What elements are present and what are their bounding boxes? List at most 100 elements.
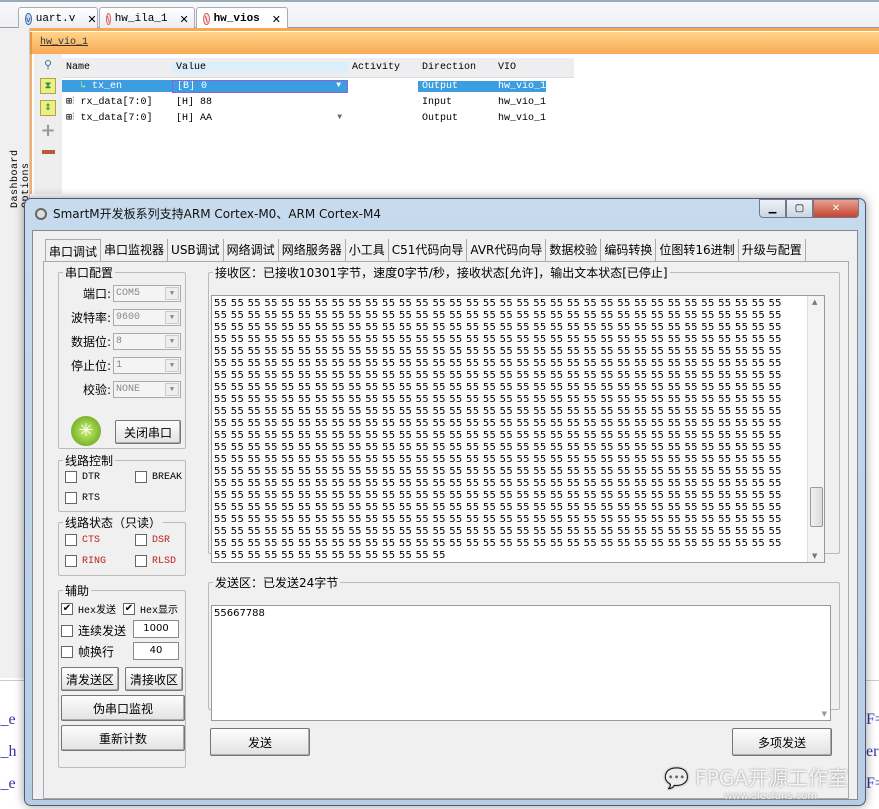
tab-1[interactable]: 串口监视器 [101, 239, 169, 262]
window-titlebar[interactable]: SmartM开发板系列支持ARM Cortex-M0、ARM Cortex-M4 [35, 205, 381, 222]
break-checkbox[interactable]: BREAK [135, 471, 182, 483]
recount-button[interactable]: 重新计数 [61, 725, 185, 751]
dtr-checkbox[interactable]: DTR [65, 471, 100, 483]
clear-send-button[interactable]: 清发送区 [61, 667, 119, 691]
config-label: 停止位: [70, 359, 111, 373]
tab-7[interactable]: AVR代码向导 [467, 239, 547, 262]
send-button[interactable]: 发送 [210, 728, 310, 756]
send-group: 发送区：已发送24字节 55667788 ▼ [208, 574, 840, 721]
probe-direction: Output [422, 112, 459, 124]
code-fragment: t_e [0, 775, 16, 792]
code-fragment: er [866, 743, 879, 760]
close-button[interactable]: ✕ [813, 199, 859, 218]
config-select[interactable]: 8 ▼ [113, 333, 181, 350]
table-row[interactable]: ⊞⫶ tx_data[7:0] [H] AA ▼ Output hw_vio_1 [62, 110, 574, 126]
config-select[interactable]: 9600 ▼ [113, 309, 181, 326]
tab-label: hw_ila_1 [114, 13, 168, 25]
chevron-down-icon[interactable]: ▼ [165, 383, 179, 396]
receive-textarea[interactable]: 55 55 55 55 55 55 55 55 55 55 55 55 55 5… [211, 295, 825, 563]
close-icon[interactable]: ✕ [87, 13, 96, 26]
scroll-down-icon[interactable]: ▼ [822, 710, 827, 718]
close-port-button[interactable]: 关闭串口 [115, 420, 181, 444]
column-header-name[interactable]: Name [62, 62, 172, 73]
receive-group: 接收区：已接收10301字节，速度0字节/秒，接收状态[允许]，输出文本状态[已… [208, 264, 840, 563]
app-gear-icon [35, 207, 47, 220]
send-interval-input[interactable]: 1000 [133, 620, 179, 638]
tab-hw-vios[interactable]: \ hw_vios ✕ [196, 7, 288, 30]
probe-value-dropdown[interactable]: [B] 0 ▼ [172, 79, 348, 93]
config-label: 数据位: [70, 335, 111, 349]
tab-8[interactable]: 数据校验 [546, 239, 602, 262]
probe-value-dropdown[interactable]: [H] AA ▼ [172, 113, 348, 124]
tab-5[interactable]: 小工具 [346, 239, 389, 262]
chevron-down-icon[interactable]: ▼ [165, 335, 179, 348]
tab-uart-v[interactable]: v uart.v ✕ [18, 7, 98, 30]
column-header-activity[interactable]: Activity [348, 62, 418, 73]
editor-tab-bar: v uart.v ✕ \ hw_ila_1 ✕ \ hw_vios ✕ [0, 0, 879, 30]
rts-checkbox[interactable]: RTS [65, 492, 100, 504]
probe-name: ↳ tx_en [62, 80, 172, 92]
chevron-down-icon[interactable]: ▼ [165, 359, 179, 372]
config-label: 端口: [82, 287, 111, 301]
maximize-button[interactable]: ▢ [786, 199, 813, 218]
tab-4[interactable]: 网络服务器 [279, 239, 346, 262]
config-select[interactable]: COM5 ▼ [113, 285, 181, 302]
tab-10[interactable]: 位图转16进制 [656, 239, 739, 262]
serial-config-group: 串口配置 端口: COM5 ▼ 波特率: 9600 ▼ 数据位: 8 ▼ 停止位: 1 ▼ 校验: NON… [58, 264, 186, 449]
tab-3[interactable]: 网络调试 [224, 239, 279, 262]
column-header-direction[interactable]: Direction [418, 62, 494, 73]
code-fragment: F= [866, 711, 879, 728]
scrollbar-thumb[interactable] [810, 486, 823, 527]
vio-panel-title[interactable]: hw_vio_1 [40, 37, 88, 48]
frame-length-input[interactable]: 40 [133, 642, 179, 660]
pseudo-port-monitor-button[interactable]: 伪串口监视 [61, 695, 185, 721]
tab-hw-ila-1[interactable]: \ hw_ila_1 ✕ [99, 7, 195, 30]
tab-6[interactable]: C51代码向导 [389, 239, 468, 262]
chevron-down-icon[interactable]: ▼ [165, 311, 179, 324]
chevron-down-icon[interactable]: ▼ [337, 113, 342, 122]
vio-panel-header: hw_vio_1 [30, 32, 879, 54]
tab-0[interactable]: 串口调试 [45, 239, 102, 262]
probe-vio: hw_vio_1 [494, 80, 546, 92]
send-content: 55667788 [214, 608, 265, 619]
code-fragment: t_e [0, 711, 16, 728]
hex-send-checkbox[interactable]: ✔ Hex发送 [61, 601, 116, 617]
column-header-value[interactable]: Value [172, 62, 348, 73]
send-textarea[interactable]: 55667788 ▼ [211, 605, 831, 721]
probe-direction: Input [422, 96, 453, 108]
close-icon[interactable]: ✕ [272, 13, 281, 26]
table-row[interactable]: ↳ tx_en [B] 0 ▼ Output hw_vio_1 [62, 78, 574, 94]
continuous-send-checkbox[interactable]: 连续发送 [61, 622, 126, 639]
dashboard-options-label[interactable]: Dashboard Options [10, 108, 32, 208]
tab-label: hw_vios [213, 13, 260, 25]
tab-2[interactable]: USB调试 [168, 239, 224, 262]
tab-9[interactable]: 编码转换 [601, 239, 657, 262]
column-header-vio[interactable]: VIO [494, 62, 546, 73]
tab-11[interactable]: 升级与配置 [739, 239, 806, 262]
frame-newline-checkbox[interactable]: 帧换行 [61, 643, 114, 660]
multi-send-button[interactable]: 多项发送 [732, 728, 832, 756]
clear-receive-button[interactable]: 清接收区 [125, 667, 183, 691]
chevron-down-icon[interactable]: ▼ [165, 287, 179, 300]
hex-display-checkbox[interactable]: ✔ Hex显示 [123, 601, 178, 617]
receive-content: 55 55 55 55 55 55 55 55 55 55 55 55 55 5… [214, 298, 782, 561]
config-select[interactable]: 1 ▼ [113, 357, 181, 374]
table-header: Name Value Activity Direction VIO [62, 58, 574, 78]
table-row[interactable]: ⊞⫶ rx_data[7:0] [H] 88 Input hw_vio_1 [62, 94, 574, 110]
collapse-all-icon[interactable]: ⧗ [40, 78, 56, 94]
receive-scrollbar[interactable]: ▲ ▼ [807, 296, 824, 562]
watermark: 💬 FPGA开源工作室 www.elecfans.com [664, 766, 849, 802]
remove-icon[interactable] [40, 144, 56, 160]
chevron-down-icon[interactable]: ▼ [336, 81, 341, 90]
scroll-down-icon[interactable]: ▼ [812, 552, 817, 560]
line-status-legend: 线路状态（只读） [65, 516, 162, 530]
close-icon[interactable]: ✕ [180, 13, 189, 26]
search-icon[interactable]: ⚲ [40, 56, 56, 72]
expand-all-icon[interactable]: ⇕ [40, 100, 56, 116]
minimize-button[interactable]: ▁ [759, 199, 786, 218]
bus-icon: ⫶ [72, 113, 75, 124]
send-status-legend: 发送区：已发送24字节 [215, 576, 339, 590]
add-icon[interactable]: + [40, 120, 56, 141]
scroll-up-icon[interactable]: ▲ [812, 298, 817, 306]
config-select[interactable]: NONE ▼ [113, 381, 181, 398]
